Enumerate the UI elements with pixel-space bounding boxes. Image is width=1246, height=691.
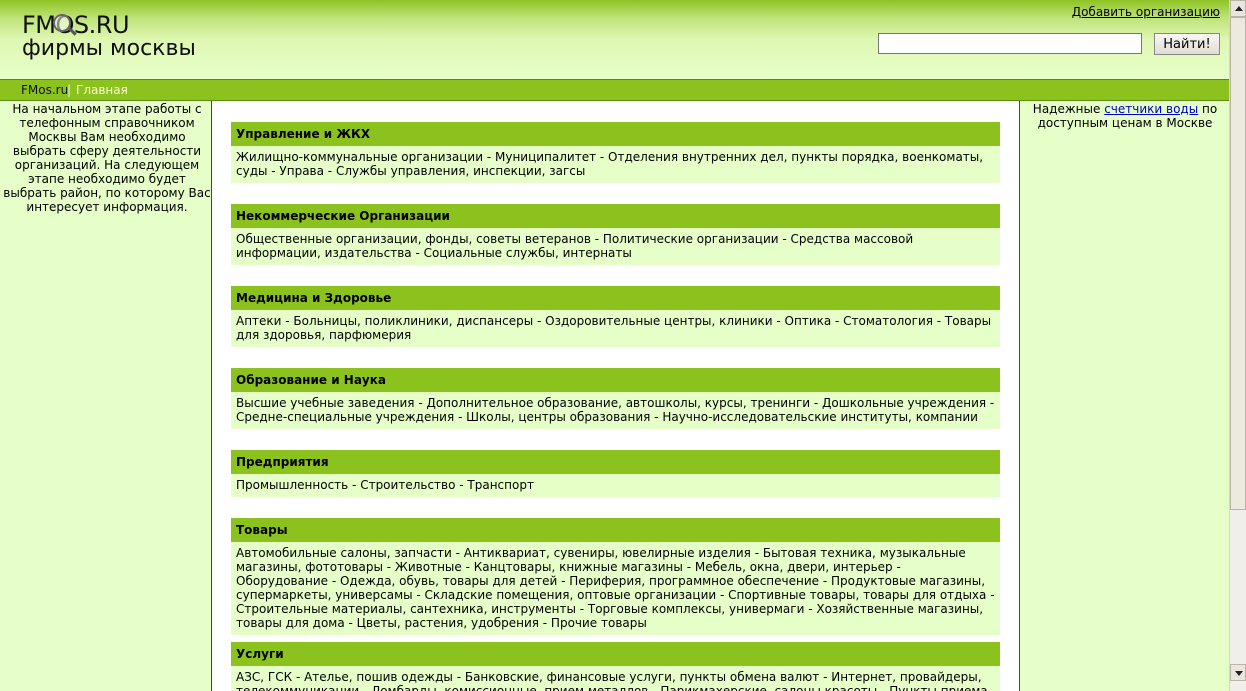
category-title[interactable]: Некоммерческие Организации — [231, 204, 1000, 228]
page: FMOS.RU фирмы москвы Добавить организаци… — [0, 0, 1229, 691]
search-button[interactable]: Найти! — [1154, 33, 1220, 55]
right-sidebar-ad: Надежные счетчики воды по доступным цена… — [1027, 102, 1223, 130]
category-block: Предприятия Промышленность - Строительст… — [231, 450, 1000, 497]
left-sidebar-text: На начальном этапе работы с телефонным с… — [3, 102, 211, 214]
breadcrumb-current: Главная — [76, 83, 128, 97]
breadcrumb-home-link[interactable]: FMos.ru — [21, 83, 68, 97]
category-subcategories[interactable]: Промышленность - Строительство - Транспо… — [231, 474, 1000, 497]
site-logo[interactable]: FMOS.RU фирмы москвы — [22, 12, 196, 60]
search-input[interactable] — [878, 33, 1142, 54]
category-block: Услуги АЗС, ГСК - Ателье, пошив одежды -… — [231, 642, 1000, 691]
category-subcategories[interactable]: АЗС, ГСК - Ателье, пошив одежды - Банков… — [231, 666, 1000, 691]
category-subcategories[interactable]: Жилищно-коммунальные организации - Муниц… — [231, 146, 1000, 183]
ad-text-before: Надежные — [1032, 102, 1105, 116]
category-subcategories[interactable]: Аптеки - Больницы, поликлиники, диспансе… — [231, 310, 1000, 347]
category-title[interactable]: Услуги — [231, 642, 1000, 666]
category-subcategories[interactable]: Общественные организации, фонды, советы … — [231, 228, 1000, 265]
category-block: Образование и Наука Высшие учебные завед… — [231, 368, 1000, 429]
magnifier-icon — [53, 14, 71, 32]
breadcrumb-separator: | — [67, 83, 72, 97]
category-title[interactable]: Медицина и Здоровье — [231, 286, 1000, 310]
scroll-down-button[interactable] — [1230, 664, 1246, 681]
category-title[interactable]: Образование и Наука — [231, 368, 1000, 392]
category-title[interactable]: Товары — [231, 518, 1000, 542]
arrow-up-icon — [1235, 6, 1243, 11]
category-block: Товары Автомобильные салоны, запчасти - … — [231, 518, 1000, 635]
add-organization-link[interactable]: Добавить организацию — [1072, 5, 1220, 19]
logo-subtitle: фирмы москвы — [22, 36, 196, 61]
water-meters-link[interactable]: счетчики воды — [1104, 102, 1198, 116]
category-subcategories[interactable]: Высшие учебные заведения - Дополнительно… — [231, 392, 1000, 429]
category-block: Медицина и Здоровье Аптеки - Больницы, п… — [231, 286, 1000, 347]
category-block: Управление и ЖКХ Жилищно-коммунальные ор… — [231, 122, 1000, 183]
category-title[interactable]: Управление и ЖКХ — [231, 122, 1000, 146]
scroll-thumb[interactable] — [1230, 17, 1246, 510]
arrow-down-icon — [1235, 671, 1243, 676]
vertical-scrollbar[interactable] — [1229, 0, 1246, 691]
breadcrumb: FMos.ru | Главная — [0, 79, 1229, 101]
category-title[interactable]: Предприятия — [231, 450, 1000, 474]
scroll-up-button[interactable] — [1230, 0, 1246, 17]
category-list: Управление и ЖКХ Жилищно-коммунальные ор… — [211, 101, 1020, 691]
category-block: Некоммерческие Организации Общественные … — [231, 204, 1000, 265]
logo-title: FMOS.RU — [22, 11, 130, 39]
category-subcategories[interactable]: Автомобильные салоны, запчасти - Антиква… — [231, 542, 1000, 635]
header: FMOS.RU фирмы москвы Добавить организаци… — [0, 0, 1229, 80]
